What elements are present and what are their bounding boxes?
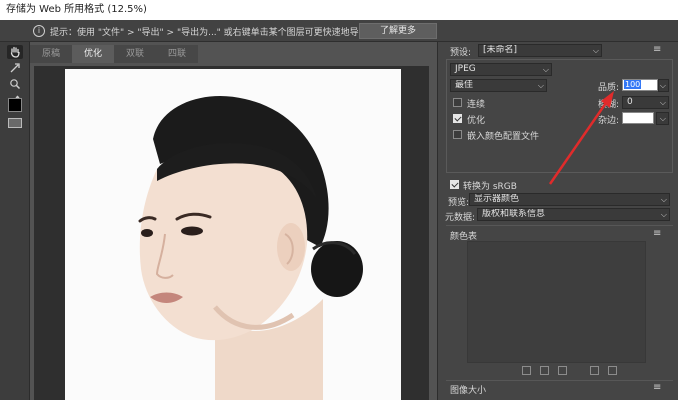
optimization-settings-panel: 预设: [未命名]⌵ ≡ JPEG⌵ 最佳⌵ 品质: 100 ⌵ 连续 模糊: … — [437, 42, 678, 400]
metadata-dropdown[interactable]: 版权和联系信息 ⌵ — [477, 208, 670, 221]
map-color-icon[interactable] — [522, 366, 531, 375]
preview-dropdown[interactable]: 显示器颜色 ⌵ — [469, 193, 670, 206]
preview-label: 预览: — [448, 198, 470, 208]
view-tabs: 原稿 优化 双联 四联 — [30, 45, 198, 63]
preview-value: 显示器颜色 — [474, 194, 520, 204]
delete-color-icon[interactable] — [608, 366, 617, 375]
window-title-bar: 存储为 Web 所用格式 (12.5%) — [0, 0, 678, 20]
tab-2-up[interactable]: 双联 — [114, 45, 156, 63]
image-preview-frame — [34, 66, 429, 400]
portrait-image[interactable] — [65, 69, 401, 400]
image-size-label: 图像大小 — [450, 386, 487, 396]
slice-select-icon[interactable] — [7, 61, 23, 75]
metadata-value: 版权和联系信息 — [482, 209, 546, 219]
divider — [446, 225, 673, 226]
tip-bar: i 提示：使用 "文件" > "导出" > "导出为..." 或右键单击某个图层… — [0, 20, 678, 42]
color-table[interactable] — [467, 241, 646, 363]
annotation-arrow — [548, 91, 614, 185]
tab-optimized[interactable]: 优化 — [72, 45, 114, 63]
web-shift-icon[interactable] — [540, 366, 549, 375]
chevron-down-icon: ⌵ — [660, 210, 667, 219]
window-title: 存储为 Web 所用格式 (12.5%) — [6, 4, 147, 15]
tab-4-up[interactable]: 四联 — [156, 45, 198, 63]
lock-color-icon[interactable] — [558, 366, 567, 375]
tab-original[interactable]: 原稿 — [30, 45, 72, 63]
eyedropper-color-swatch[interactable] — [8, 98, 22, 112]
convert-srgb-checkbox[interactable] — [450, 180, 459, 189]
image-size-menu-icon[interactable]: ≡ — [653, 382, 661, 393]
convert-srgb-label: 转换为 sRGB — [463, 182, 517, 192]
toolbox — [0, 42, 30, 400]
learn-more-button[interactable]: 了解更多 — [359, 23, 437, 39]
tip-text: 提示：使用 "文件" > "导出" > "导出为..." 或右键单击某个图层可更… — [50, 28, 386, 38]
metadata-label: 元数据: — [445, 213, 476, 223]
portrait-illustration — [138, 95, 363, 400]
preview-area: 原稿 优化 双联 四联 — [30, 42, 433, 400]
divider — [446, 380, 673, 381]
color-table-menu-icon[interactable]: ≡ — [653, 228, 661, 239]
color-table-toolbar — [522, 366, 617, 375]
hand-icon[interactable] — [7, 45, 23, 59]
new-color-icon[interactable] — [590, 366, 599, 375]
toggle-slice-visibility-icon[interactable] — [8, 118, 22, 128]
zoom-icon[interactable] — [7, 77, 23, 91]
info-icon: i — [33, 25, 45, 37]
chevron-down-icon: ⌵ — [660, 195, 667, 204]
